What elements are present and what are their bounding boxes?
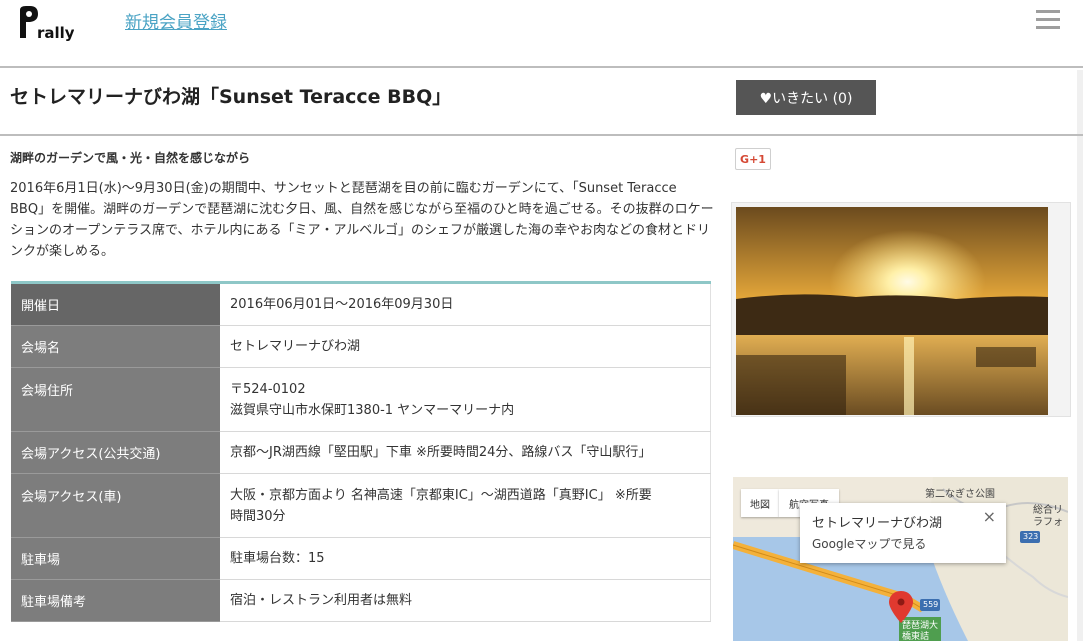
detail-value-line2: 時間30分 bbox=[230, 508, 286, 524]
detail-label: 会場アクセス(公共交通) bbox=[11, 431, 220, 474]
table-row: 会場アクセス(車) 大阪・京都方面より 名神高速「京都東IC」～湖西道路「真野I… bbox=[11, 473, 711, 538]
want-to-go-button[interactable]: ♥いきたい (0) bbox=[736, 80, 876, 115]
map-route-559: 559 bbox=[923, 600, 939, 609]
detail-label: 駐車場 bbox=[11, 537, 220, 580]
table-row: 開催日 2016年06月01日～2016年09月30日 bbox=[11, 282, 711, 326]
event-subheading: 湖畔のガーデンで風・光・自然を感じながら bbox=[10, 151, 251, 165]
table-row: 会場アクセス(公共交通) 京都～JR湖西線「堅田駅」下車 ※所要時間24分、路線… bbox=[11, 431, 711, 474]
detail-value: 〒524-0102 bbox=[230, 381, 306, 397]
site-header: rally 新規会員登録 bbox=[0, 0, 1083, 68]
detail-value-cell: 大阪・京都方面より 名神高速「京都東IC」～湖西道路「真野IC」 ※所要 時間3… bbox=[220, 473, 711, 538]
detail-value: 駐車場台数：15 bbox=[220, 537, 711, 580]
map-label-general-2: ラフォ bbox=[1033, 517, 1063, 528]
event-photo-card bbox=[731, 202, 1071, 417]
event-description: 2016年6月1日(水)～9月30日(金)の期間中、サンセットと琵琶湖を目の前に… bbox=[10, 181, 714, 259]
logo-text: rally bbox=[37, 24, 74, 42]
detail-value: 大阪・京都方面より 名神高速「京都東IC」～湖西道路「真野IC」 ※所要 bbox=[230, 487, 652, 503]
map-popup-title: セトレマリーナびわ湖 bbox=[812, 516, 943, 531]
table-row: 駐車場 駐車場台数：15 bbox=[11, 537, 711, 580]
event-details-table: 開催日 2016年06月01日～2016年09月30日 会場名 セトレマリーナび… bbox=[11, 281, 711, 622]
detail-label: 駐車場備考 bbox=[11, 579, 220, 622]
detail-label: 会場アクセス(車) bbox=[11, 473, 220, 538]
detail-label: 開催日 bbox=[11, 282, 220, 326]
scrollbar-track[interactable] bbox=[1077, 70, 1083, 641]
map-label-park: 第二なぎさ公園 bbox=[925, 489, 995, 500]
title-divider bbox=[0, 134, 1083, 136]
detail-value: 京都～JR湖西線「堅田駅」下車 ※所要時間24分、路線バス「守山駅行」 bbox=[220, 431, 711, 474]
detail-value: 宿泊・レストラン利用者は無料 bbox=[220, 579, 711, 622]
google-plus-button[interactable]: G+1 bbox=[735, 148, 771, 170]
map-label-bridge-2: 橋東詰 bbox=[902, 632, 930, 641]
page: rally 新規会員登録 セトレマリーナびわ湖「Sunset Teracce B… bbox=[0, 0, 1083, 641]
google-map[interactable]: 地図 航空写真 第二なぎさ公園 総合リ ラフォ 323 559 琵琶湖大 橋東詰… bbox=[733, 477, 1068, 641]
detail-value: 2016年06月01日～2016年09月30日 bbox=[220, 282, 711, 326]
map-info-popup: セトレマリーナびわ湖 Googleマップで見る × bbox=[800, 503, 1006, 563]
map-route-323: 323 bbox=[1023, 532, 1039, 541]
map-type-map-tab[interactable]: 地図 bbox=[741, 489, 779, 517]
rally-logo[interactable]: rally bbox=[14, 4, 74, 44]
table-row: 駐車場備考 宿泊・レストラン利用者は無料 bbox=[11, 579, 711, 622]
table-row: 会場住所 〒524-0102 滋賀県守山市水保町1380-1 ヤンマーマリーナ内 bbox=[11, 367, 711, 432]
detail-label: 会場住所 bbox=[11, 367, 220, 432]
hamburger-menu-icon[interactable] bbox=[1036, 10, 1060, 34]
map-open-google-link[interactable]: Googleマップで見る bbox=[812, 535, 994, 552]
signup-link[interactable]: 新規会員登録 bbox=[125, 8, 227, 33]
detail-value-line2: 滋賀県守山市水保町1380-1 ヤンマーマリーナ内 bbox=[230, 402, 515, 418]
table-row: 会場名 セトレマリーナびわ湖 bbox=[11, 325, 711, 368]
sunset-lake-photo bbox=[736, 207, 1048, 415]
detail-value: セトレマリーナびわ湖 bbox=[220, 325, 711, 368]
event-title: セトレマリーナびわ湖「Sunset Teracce BBQ」 bbox=[10, 86, 452, 108]
close-icon[interactable]: × bbox=[983, 507, 996, 526]
detail-value-cell: 〒524-0102 滋賀県守山市水保町1380-1 ヤンマーマリーナ内 bbox=[220, 367, 711, 432]
detail-label: 会場名 bbox=[11, 325, 220, 368]
